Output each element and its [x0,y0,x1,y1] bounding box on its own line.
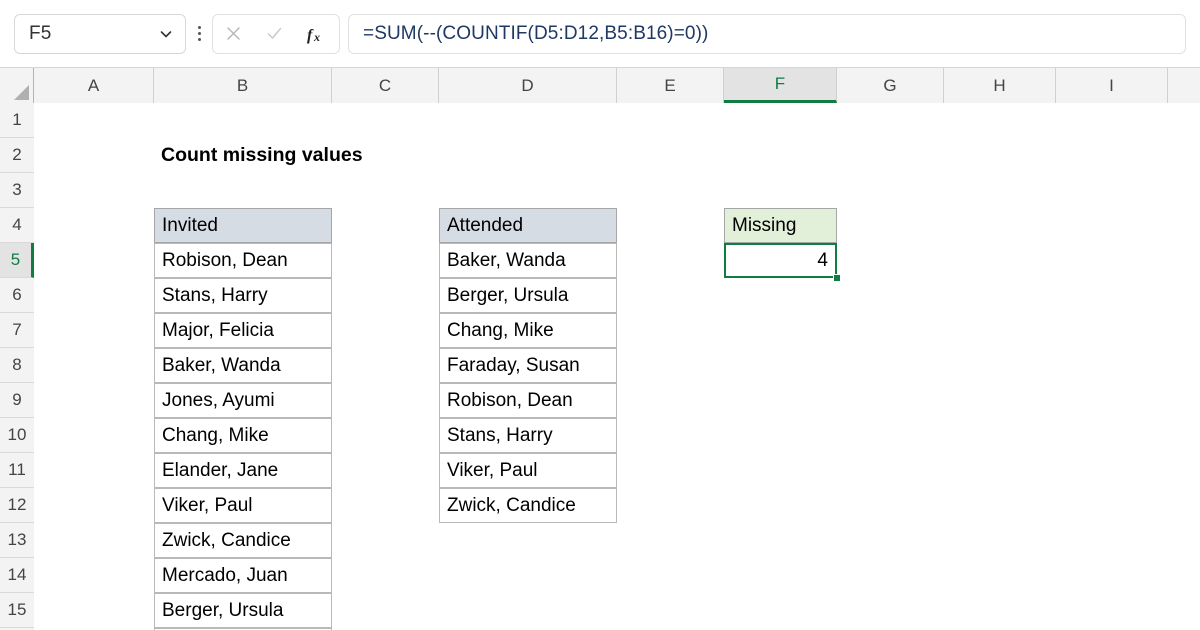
formula-bar: F5 f x =SUM(--(COUNTIF(D5:D12,B5:B16)=0)… [0,0,1200,68]
row-header-5[interactable]: 5 [0,243,34,278]
name-box[interactable]: F5 [14,13,186,54]
row-header-2[interactable]: 2 [0,138,34,173]
cell-B11[interactable]: Elander, Jane [154,453,332,488]
row-header-13[interactable]: 13 [0,523,34,558]
row-header-15[interactable]: 15 [0,593,34,628]
formula-text: =SUM(--(COUNTIF(D5:D12,B5:B16)=0)) [363,22,709,44]
column-header-row: A B C D E F G H I [0,68,1200,103]
cell-B15[interactable]: Berger, Ursula [154,593,332,628]
row-header-6[interactable]: 6 [0,278,34,313]
cell-D5[interactable]: Baker, Wanda [439,243,617,278]
column-header-D[interactable]: D [439,68,617,103]
more-options-icon[interactable] [186,14,212,54]
column-header-E[interactable]: E [617,68,724,103]
cell-B9[interactable]: Jones, Ayumi [154,383,332,418]
sheet-cells: Count missing values Invited Robison, De… [34,103,1200,630]
cell-F5-missing-value[interactable]: 4 [724,243,837,278]
svg-text:x: x [313,30,320,44]
row-header-3[interactable]: 3 [0,173,34,208]
column-header-G[interactable]: G [837,68,944,103]
cell-D7[interactable]: Chang, Mike [439,313,617,348]
cell-B6[interactable]: Stans, Harry [154,278,332,313]
spreadsheet-grid: A B C D E F G H I 1 2 3 4 5 6 7 8 9 10 1… [0,68,1200,630]
column-header-B[interactable]: B [154,68,332,103]
column-header-I[interactable]: I [1056,68,1168,103]
row-header-column: 1 2 3 4 5 6 7 8 9 10 11 12 13 14 15 16 [0,103,34,630]
row-header-10[interactable]: 10 [0,418,34,453]
fill-handle[interactable] [833,274,841,282]
svg-text:f: f [307,27,314,44]
row-header-12[interactable]: 12 [0,488,34,523]
cell-B14[interactable]: Mercado, Juan [154,558,332,593]
cell-B13[interactable]: Zwick, Candice [154,523,332,558]
column-header-C[interactable]: C [332,68,439,103]
column-header-A[interactable]: A [34,68,154,103]
cell-D12[interactable]: Zwick, Candice [439,488,617,523]
chevron-down-icon[interactable] [159,27,173,41]
formula-input[interactable]: =SUM(--(COUNTIF(D5:D12,B5:B16)=0)) [348,13,1186,54]
cell-B8[interactable]: Baker, Wanda [154,348,332,383]
fx-icon[interactable]: f x [306,23,328,45]
cell-B7[interactable]: Major, Felicia [154,313,332,348]
cell-F4-missing-header[interactable]: Missing [724,208,837,243]
row-header-14[interactable]: 14 [0,558,34,593]
cell-B12[interactable]: Viker, Paul [154,488,332,523]
cell-B5[interactable]: Robison, Dean [154,243,332,278]
cell-D11[interactable]: Viker, Paul [439,453,617,488]
row-header-8[interactable]: 8 [0,348,34,383]
cell-D8[interactable]: Faraday, Susan [439,348,617,383]
name-box-value: F5 [29,22,52,44]
row-header-1[interactable]: 1 [0,103,34,138]
cell-D6[interactable]: Berger, Ursula [439,278,617,313]
cell-B4-invited-header[interactable]: Invited [154,208,332,243]
column-header-overflow [1168,68,1200,103]
select-all-corner[interactable] [0,68,34,103]
close-icon[interactable] [224,24,243,43]
cell-D9[interactable]: Robison, Dean [439,383,617,418]
cell-D4-attended-header[interactable]: Attended [439,208,617,243]
column-header-H[interactable]: H [944,68,1056,103]
formula-actions: f x [212,13,340,54]
column-header-F[interactable]: F [724,68,837,103]
cell-B2-title[interactable]: Count missing values [154,138,454,173]
cell-D10[interactable]: Stans, Harry [439,418,617,453]
row-header-11[interactable]: 11 [0,453,34,488]
cell-B10[interactable]: Chang, Mike [154,418,332,453]
check-icon[interactable] [265,24,284,43]
row-header-9[interactable]: 9 [0,383,34,418]
row-header-7[interactable]: 7 [0,313,34,348]
row-header-4[interactable]: 4 [0,208,34,243]
